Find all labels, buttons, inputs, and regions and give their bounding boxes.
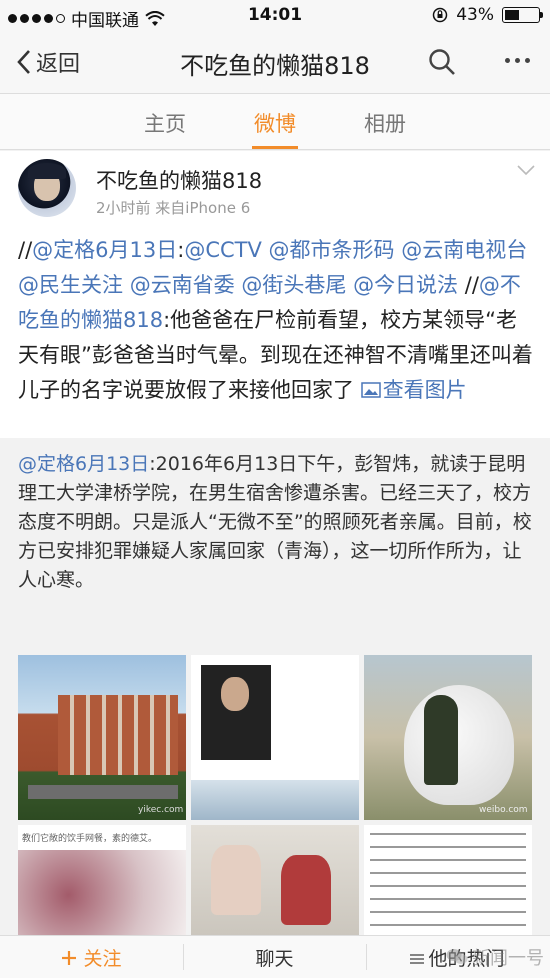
- chevron-down-icon: [517, 165, 535, 176]
- battery-icon: [502, 7, 543, 23]
- follow-label: 关注: [83, 947, 122, 970]
- post-text-segment: [262, 238, 269, 262]
- post-text-segment: [123, 273, 130, 297]
- repost-body: @定格6月13日:2016年6月13日下午，彭智炜，就读于昆明理工大学津桥学院，…: [18, 450, 536, 595]
- list-icon: [410, 953, 425, 964]
- battery-level-fill: [505, 10, 519, 20]
- image-icon: [360, 382, 381, 398]
- mention-link[interactable]: @定格6月13日: [32, 238, 177, 262]
- mention-link[interactable]: @今日说法: [353, 273, 458, 297]
- repost-image-campus[interactable]: yikec.com: [18, 655, 186, 820]
- image-caption: 教们它敞的饮手网餐，素的德艾。: [22, 834, 158, 844]
- tab-weibo[interactable]: 微博: [220, 94, 330, 149]
- avatar[interactable]: [18, 159, 76, 217]
- repost-image-blurred[interactable]: 教们它敞的饮手网餐，素的德艾。: [18, 825, 186, 945]
- battery-percent: 43%: [456, 5, 494, 25]
- more-options-button[interactable]: [505, 58, 530, 63]
- post-options-button[interactable]: [516, 161, 536, 180]
- page-title: 不吃鱼的懒猫818: [180, 52, 370, 80]
- plus-icon: [62, 950, 77, 965]
- image-watermark: weibo.com: [479, 805, 528, 815]
- post-text-segment: //: [18, 238, 33, 262]
- search-icon: [429, 49, 455, 75]
- mention-link[interactable]: @民生关注: [18, 273, 123, 297]
- more-dot-icon: [525, 58, 530, 63]
- chat-label: 聊天: [255, 947, 294, 970]
- repost-image-people[interactable]: [191, 825, 359, 945]
- mention-link[interactable]: @CCTV: [184, 238, 262, 262]
- status-bar: 中国联通 14:01 43%: [0, 0, 550, 32]
- chat-button[interactable]: 聊天: [183, 944, 366, 971]
- watermark-text: 新闻一号: [472, 948, 544, 969]
- repost-image-swan-statue[interactable]: weibo.com: [364, 655, 532, 820]
- status-right-group: 43%: [432, 5, 543, 25]
- watermark: 新闻一号: [446, 944, 544, 970]
- wechat-logo-icon: [446, 949, 468, 964]
- post-body: //@定格6月13日:@CCTV @都市条形码 @云南电视台 @民生关注 @云南…: [18, 233, 538, 408]
- post-meta: 2小时前 来自iPhone 6: [96, 199, 251, 217]
- post-text-segment: //: [458, 273, 479, 297]
- post-username[interactable]: 不吃鱼的懒猫818: [96, 165, 262, 195]
- tab-home[interactable]: 主页: [110, 94, 220, 149]
- mention-link[interactable]: @云南省委: [130, 273, 235, 297]
- mention-link[interactable]: @云南电视台: [401, 238, 527, 262]
- orientation-lock-icon: [432, 7, 448, 23]
- follow-button[interactable]: 关注: [0, 944, 183, 971]
- view-image-link[interactable]: 查看图片: [360, 378, 467, 402]
- search-button[interactable]: [428, 48, 456, 80]
- reposted-content[interactable]: @定格6月13日:2016年6月13日下午，彭智炜，就读于昆明理工大学津桥学院，…: [0, 440, 550, 945]
- mention-link[interactable]: @都市条形码: [269, 238, 395, 262]
- post-card: 不吃鱼的懒猫818 2小时前 来自iPhone 6 //@定格6月13日:@CC…: [0, 151, 550, 438]
- tab-album[interactable]: 相册: [330, 94, 440, 149]
- navigation-bar: 返回 不吃鱼的懒猫818: [0, 32, 550, 94]
- mention-link[interactable]: @街头巷尾: [241, 273, 346, 297]
- image-watermark: yikec.com: [138, 805, 184, 815]
- more-dot-icon: [505, 58, 510, 63]
- repost-image-phone-screenshot[interactable]: [191, 655, 359, 820]
- view-image-label: 查看图片: [382, 378, 467, 402]
- bottom-action-bar: 关注 聊天 他的热门 新闻一号: [0, 935, 550, 978]
- profile-tabs: 主页 微博 相册: [0, 94, 550, 150]
- repost-image-text-notice[interactable]: [364, 825, 532, 945]
- repost-author-link[interactable]: @定格6月13日: [18, 453, 149, 475]
- more-dot-icon: [515, 58, 520, 63]
